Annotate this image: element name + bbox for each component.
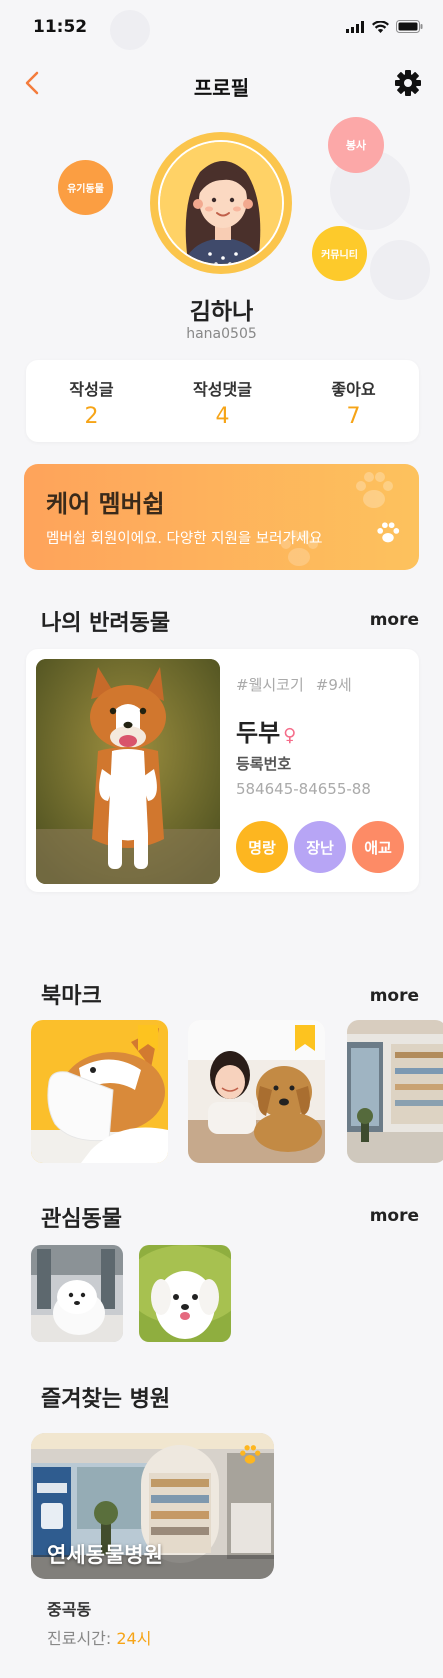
interest-animals-title: 관심동물 bbox=[41, 1207, 122, 1232]
app-header: 프로필 bbox=[0, 62, 443, 108]
stat-posts[interactable]: 작성글 2 bbox=[26, 360, 157, 442]
interest-bubble-volunteer[interactable]: 봉사 bbox=[328, 117, 384, 173]
interest-animal-photo-pomeranian bbox=[31, 1245, 123, 1342]
wifi-icon bbox=[372, 20, 389, 33]
stat-value: 4 bbox=[215, 404, 230, 429]
user-id: hana0505 bbox=[186, 326, 257, 342]
bookmark-icon[interactable] bbox=[295, 1025, 315, 1051]
stat-value: 7 bbox=[346, 404, 361, 429]
bookmark-icon[interactable] bbox=[138, 1025, 158, 1051]
status-bar: 11:52 bbox=[0, 0, 443, 52]
pet-registration-number: 584645-84655-88 bbox=[236, 780, 371, 798]
hospital-card[interactable]: 연세동물병원 bbox=[31, 1433, 274, 1579]
user-name: 김하나 bbox=[189, 299, 254, 325]
stats-card: 작성글 2 작성댓글 4 좋아요 7 bbox=[26, 360, 419, 442]
pet-card[interactable]: #웰시코기 #9세 두부 ♀ 등록번호 584645-84655-88 명랑 장난 … bbox=[26, 649, 419, 892]
hospital-area: 중곡동 bbox=[47, 1600, 92, 1619]
bookmark-card[interactable] bbox=[31, 1020, 168, 1163]
paw-icon bbox=[377, 522, 400, 543]
membership-subtitle: 멤버쉽 회원이에요. 다양한 지원을 보러가세요 bbox=[46, 531, 323, 547]
pet-tags: #웰시코기 #9세 bbox=[236, 674, 364, 695]
battery-icon bbox=[396, 20, 423, 33]
trait-badge-playful: 장난 bbox=[294, 821, 346, 873]
bookmark-card[interactable] bbox=[188, 1020, 325, 1163]
profile-avatar[interactable] bbox=[150, 132, 292, 274]
my-pets-title: 나의 반려동물 bbox=[41, 611, 171, 636]
pet-age-tag: #9세 bbox=[315, 676, 352, 694]
bookmarks-more-link[interactable]: more bbox=[370, 986, 419, 1006]
hospital-name: 연세동물병원 bbox=[47, 1543, 163, 1567]
settings-button[interactable] bbox=[393, 68, 423, 98]
stat-likes[interactable]: 좋아요 7 bbox=[288, 360, 419, 442]
paw-watermark-icon bbox=[356, 472, 393, 508]
interest-animals-more-link[interactable]: more bbox=[370, 1206, 419, 1226]
hospital-hours-value: 24시 bbox=[116, 1629, 152, 1648]
hospital-hours-label: 진료시간: bbox=[47, 1629, 117, 1648]
interest-animal-card[interactable] bbox=[139, 1245, 231, 1342]
pet-photo bbox=[36, 659, 220, 884]
page-title: 프로필 bbox=[193, 76, 250, 100]
trait-badge-cheerful: 명랑 bbox=[236, 821, 288, 873]
stat-label: 작성글 bbox=[69, 380, 114, 399]
female-icon: ♀ bbox=[283, 725, 297, 746]
pet-name-row: 두부 ♀ bbox=[236, 713, 296, 748]
my-pets-more-link[interactable]: more bbox=[370, 610, 419, 630]
interest-animal-photo-maltese bbox=[139, 1245, 231, 1342]
status-time: 11:52 bbox=[33, 17, 88, 37]
interest-bubble-abandoned-animals[interactable]: 유기동물 bbox=[58, 160, 113, 215]
membership-banner[interactable]: 케어 멤버쉽 멤버쉽 회원이에요. 다양한 지원을 보러가세요 bbox=[24, 464, 419, 570]
hospital-hours: 진료시간: 24시 bbox=[47, 1625, 151, 1649]
status-icons bbox=[346, 20, 423, 33]
background-paw-decoration bbox=[370, 240, 430, 300]
pet-registration-label: 등록번호 bbox=[236, 755, 292, 773]
stat-label: 좋아요 bbox=[331, 380, 376, 399]
bookmark-card[interactable] bbox=[347, 1020, 443, 1163]
trait-badge-affectionate: 애교 bbox=[352, 821, 404, 873]
avatar-illustration bbox=[158, 140, 284, 266]
signal-icon bbox=[346, 20, 364, 33]
stat-comments[interactable]: 작성댓글 4 bbox=[157, 360, 288, 442]
pet-breed-tag: #웰시코기 bbox=[236, 676, 304, 694]
favorite-hospital-title: 즐겨찾는 병원 bbox=[41, 1387, 171, 1412]
interest-animal-card[interactable] bbox=[31, 1245, 123, 1342]
membership-title: 케어 멤버쉽 bbox=[46, 490, 165, 518]
stat-label: 작성댓글 bbox=[193, 380, 252, 399]
pet-name: 두부 bbox=[236, 719, 281, 747]
gear-icon bbox=[395, 70, 421, 96]
bookmark-photo-clinic-interior bbox=[347, 1020, 443, 1163]
paw-icon bbox=[240, 1445, 261, 1464]
interest-bubble-community[interactable]: 커뮤니티 bbox=[312, 226, 367, 281]
bookmarks-title: 북마크 bbox=[41, 984, 102, 1009]
stat-value: 2 bbox=[84, 404, 99, 429]
